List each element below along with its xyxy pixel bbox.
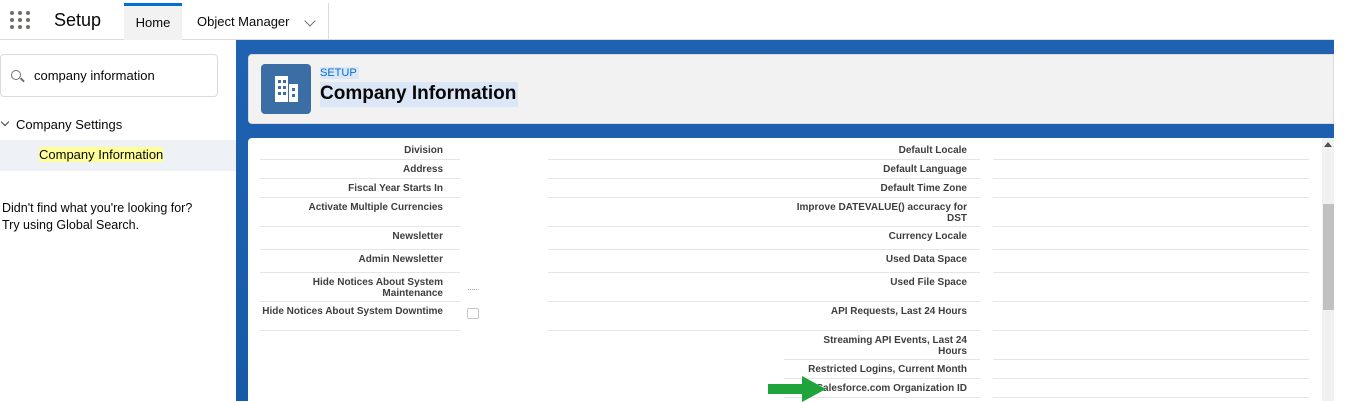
field-label-api-requests: API Requests, Last 24 Hours [830, 306, 967, 317]
scroll-thumb[interactable] [1323, 204, 1334, 310]
quick-find-input[interactable]: company information [0, 54, 218, 97]
page-title: Company Information [320, 82, 519, 107]
global-header: Setup Home Object Manager [0, 0, 1334, 40]
checkbox-hide-maintenance[interactable] [467, 288, 479, 290]
field-label-admin-newsletter: Admin Newsletter [358, 254, 443, 265]
help-line: Try using Global Search. [2, 218, 140, 232]
field-label-newsletter: Newsletter [392, 231, 443, 242]
tree-item-company-information[interactable]: Company Information [0, 140, 236, 171]
field-label-address: Address [402, 164, 443, 175]
page-header: SETUP Company Information [248, 54, 1334, 124]
setup-sidebar: company information Company Settings Com… [0, 40, 236, 401]
chevron-down-icon[interactable] [304, 15, 316, 27]
main-content: SETUP Company Information Division Addre… [236, 40, 1334, 402]
field-label-division: Division [404, 145, 443, 156]
field-label-used-data-space: Used Data Space [885, 254, 967, 265]
vertical-scrollbar[interactable] [1322, 138, 1334, 401]
scroll-up-arrow-icon[interactable] [1324, 142, 1332, 147]
app-name: Setup [54, 10, 102, 30]
field-label-default-locale: Default Locale [898, 145, 967, 156]
field-label-default-time-zone: Default Time Zone [880, 183, 968, 194]
field-label-improve-datevalue: Improve DATEVALUE() accuracy for DST [796, 202, 967, 224]
building-icon [261, 64, 311, 114]
field-label-used-file-space: Used File Space [890, 277, 967, 288]
field-label-streaming-api-events: Streaming API Events, Last 24 Hours [823, 335, 967, 357]
search-icon [11, 70, 21, 80]
checkbox-hide-downtime[interactable] [467, 308, 479, 319]
tree-item-label: Company Information [39, 147, 164, 162]
quick-find-value: company information [34, 68, 155, 83]
tab-home[interactable]: Home [124, 3, 182, 40]
field-label-currency-locale: Currency Locale [888, 231, 967, 242]
green-arrow-annotation [768, 376, 826, 402]
chevron-down-icon[interactable] [0, 117, 10, 127]
page-eyebrow: SETUP [320, 67, 359, 79]
quick-find-help: Didn't find what you're looking for? Try… [2, 200, 192, 234]
field-label-restricted-logins: Restricted Logins, Current Month [808, 364, 967, 375]
field-label-hide-notices-downtime: Hide Notices About System Downtime [262, 306, 443, 317]
tree-group-label: Company Settings [16, 117, 123, 132]
app-launcher-icon[interactable] [10, 11, 32, 31]
field-label-fiscal-year: Fiscal Year Starts In [348, 183, 443, 194]
help-line: Didn't find what you're looking for? [2, 201, 193, 215]
field-label-default-language: Default Language [883, 164, 967, 175]
field-label-hide-notices-maintenance: Hide Notices About System Maintenance [312, 277, 443, 299]
company-info-detail: Division Address Fiscal Year Starts In A… [248, 138, 1334, 402]
tab-object-manager-label: Object Manager [197, 14, 290, 29]
tab-object-manager[interactable]: Object Manager [183, 3, 329, 40]
field-label-multiple-currencies: Activate Multiple Currencies [308, 202, 443, 213]
tree-group-company-settings[interactable]: Company Settings [0, 116, 236, 136]
